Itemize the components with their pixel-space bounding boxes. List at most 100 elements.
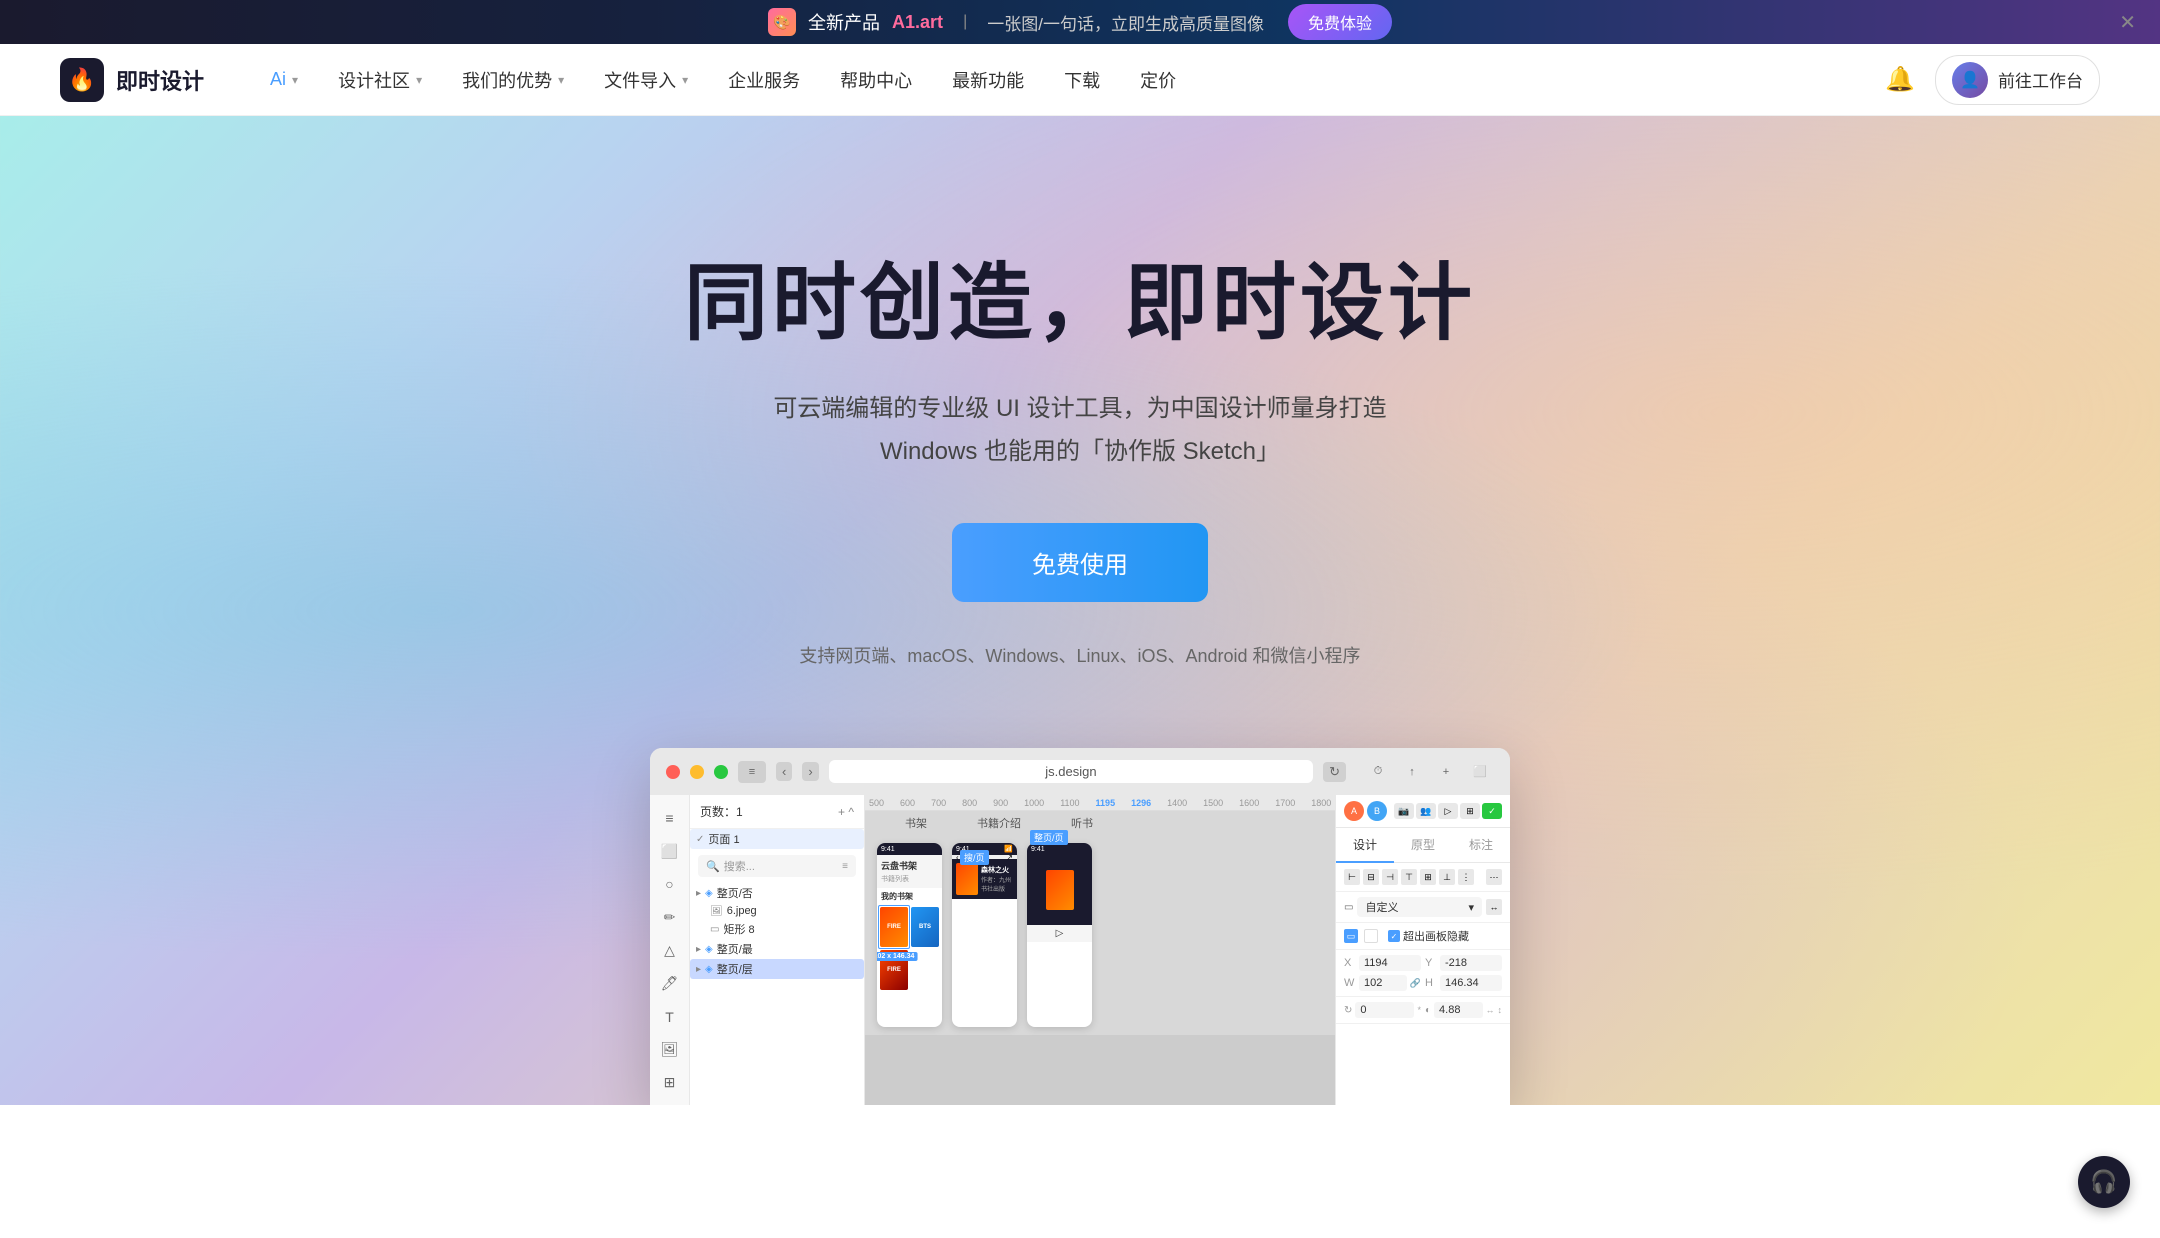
phone-nav-1: 云盘书架 书籍列表 xyxy=(877,855,942,888)
filter-icon[interactable]: ≡ xyxy=(842,861,848,872)
preset-dropdown[interactable]: 自定义 ▾ xyxy=(1357,897,1482,917)
nav-item-import[interactable]: 文件导入 ▾ xyxy=(586,59,706,101)
collaborator-avatar-2: B xyxy=(1367,801,1387,821)
rect-layer-icon: ▭ xyxy=(710,924,719,935)
browser-tool-1[interactable]: ⏱ xyxy=(1364,761,1392,783)
back-icon[interactable]: ‹ xyxy=(776,762,792,781)
nav-item-features[interactable]: 最新功能 xyxy=(934,59,1042,101)
play-icon[interactable]: ▷ xyxy=(1438,803,1458,819)
close-banner-button[interactable]: ✕ xyxy=(2119,10,2136,35)
section-label-audio: 听书 xyxy=(1071,815,1093,831)
pages-add-icon[interactable]: + ^ xyxy=(838,805,854,819)
nav-item-download[interactable]: 下载 xyxy=(1046,59,1118,101)
banner-cta-button[interactable]: 免费体验 xyxy=(1288,4,1392,40)
forward-icon[interactable]: › xyxy=(802,762,818,781)
tab-prototype[interactable]: 原型 xyxy=(1394,828,1452,862)
design-panel-toolbar: A B 📷 👥 ▷ ⊞ ✓ xyxy=(1336,795,1510,828)
collaborator-avatar-1: A xyxy=(1344,801,1364,821)
sidebar-toggle-icon[interactable]: ≡ xyxy=(738,761,766,783)
nav-help-label: 帮助中心 xyxy=(840,67,912,93)
align-bottom-icon[interactable]: ⊥ xyxy=(1439,869,1455,885)
h-input[interactable]: 146.34 xyxy=(1440,975,1502,991)
opacity-icon: ◐ xyxy=(1425,1005,1431,1016)
x-input[interactable]: 1194 xyxy=(1359,955,1421,971)
user-workspace-button[interactable]: 👤 前往工作台 xyxy=(1935,55,2100,105)
nav-item-community[interactable]: 设计社区 ▾ xyxy=(320,59,440,101)
banner-icon: 🎨 xyxy=(768,8,796,36)
layer-group2-icon: ◈ xyxy=(705,944,713,955)
clip-checkbox[interactable]: ✓ 超出画板隐藏 xyxy=(1388,928,1469,944)
app-sidebar-text-icon[interactable]: T xyxy=(656,1004,684,1029)
align-center-v-icon[interactable]: ⊞ xyxy=(1420,869,1436,885)
checkbox-rounded-icon[interactable] xyxy=(1364,929,1378,943)
checkbox-checked-icon: ✓ xyxy=(1388,930,1400,942)
link-proportions-icon[interactable]: 🔗 xyxy=(1410,978,1421,989)
browser-url[interactable]: js.design xyxy=(829,760,1313,783)
browser-maximize-dot[interactable] xyxy=(714,765,728,779)
preset-chevron: ▾ xyxy=(1468,901,1474,914)
preset-label: 自定义 xyxy=(1365,899,1398,915)
browser-tool-2[interactable]: ↑ xyxy=(1398,761,1426,783)
page-1-item[interactable]: ✓ 页面 1 xyxy=(690,829,864,849)
align-center-h-icon[interactable]: ⊟ xyxy=(1363,869,1379,885)
align-top-icon[interactable]: ⊤ xyxy=(1401,869,1417,885)
audio-play-icon[interactable]: ▷ xyxy=(1056,928,1064,939)
nav-item-advantages[interactable]: 我们的优势 ▾ xyxy=(444,59,582,101)
logo-link[interactable]: 🔥 即时设计 xyxy=(60,58,204,102)
more-options-icon[interactable]: ⋯ xyxy=(1486,869,1502,885)
w-input[interactable]: 102 xyxy=(1359,975,1407,991)
layer-group3-icon: ◈ xyxy=(705,964,713,975)
app-sidebar-frame-icon[interactable]: ⬜ xyxy=(656,838,684,863)
resize-icon[interactable]: ↔ xyxy=(1486,899,1502,915)
nav-enterprise-label: 企业服务 xyxy=(728,67,800,93)
flip-v-icon[interactable]: ↕ xyxy=(1498,1005,1503,1015)
nav-item-enterprise[interactable]: 企业服务 xyxy=(710,59,818,101)
browser-tool-4[interactable]: ⬜ xyxy=(1466,761,1494,783)
layer-item-group2[interactable]: ▸ ◈ 整页/最 xyxy=(690,939,864,959)
layer-item-group1[interactable]: ▸ ◈ 整页/否 xyxy=(690,883,864,903)
layer-item-image[interactable]: 🖼 6.jpeg xyxy=(690,903,864,919)
refresh-icon[interactable]: ↻ xyxy=(1323,762,1346,782)
y-input[interactable]: -218 xyxy=(1440,955,1502,971)
hero-title: 同时创造，即时设计 xyxy=(684,236,1476,357)
users-icon[interactable]: 👥 xyxy=(1416,803,1436,819)
phone-frame-3: 9:41 ▷ xyxy=(1027,843,1092,1027)
grid-icon[interactable]: ⊞ xyxy=(1460,803,1480,819)
layer-search-box[interactable]: 🔍 搜索... ≡ xyxy=(698,855,856,877)
app-sidebar-image-icon[interactable]: 🖼 xyxy=(656,1037,684,1062)
phone-frame-2: 9:41 📶 ‹ ↗ 森林之火 作者：九州书社出版 xyxy=(952,843,1017,1027)
align-right-icon[interactable]: ⊣ xyxy=(1382,869,1398,885)
browser-close-dot[interactable] xyxy=(666,765,680,779)
rotation-input[interactable]: 0 xyxy=(1355,1002,1414,1018)
rotation-field: ↻ 0 * xyxy=(1344,1002,1421,1018)
app-sidebar-pen-icon[interactable]: ✏ xyxy=(656,905,684,930)
layer-item-group3[interactable]: ▸ ◈ 整页/层 xyxy=(690,959,864,979)
app-sidebar-brush-icon[interactable]: 🖊 xyxy=(656,971,684,996)
tab-design[interactable]: 设计 xyxy=(1336,828,1394,863)
nav-item-help[interactable]: 帮助中心 xyxy=(822,59,930,101)
screenshot-icon[interactable]: 📷 xyxy=(1394,803,1414,819)
canvas-section-labels: 书架 书籍介绍 听书 xyxy=(865,811,1335,835)
nav-item-ai[interactable]: Ai ▾ xyxy=(252,61,316,98)
app-sidebar-menu-icon[interactable]: ≡ xyxy=(656,805,684,830)
opacity-input[interactable]: 4.88 xyxy=(1434,1002,1482,1018)
tab-annotation[interactable]: 标注 xyxy=(1452,828,1510,862)
checkbox-frame-icon[interactable]: ▭ xyxy=(1344,929,1358,943)
browser-minimize-dot[interactable] xyxy=(690,765,704,779)
align-left-icon[interactable]: ⊢ xyxy=(1344,869,1360,885)
layer-image-label: 6.jpeg xyxy=(727,905,757,917)
check-icon[interactable]: ✓ xyxy=(1482,803,1502,819)
logo-icon: 🔥 xyxy=(60,58,104,102)
app-sidebar-triangle-icon[interactable]: △ xyxy=(656,938,684,963)
distribute-icon[interactable]: ⋮ xyxy=(1458,869,1474,885)
support-chat-button[interactable]: 🎧 xyxy=(2078,1156,2130,1208)
notification-bell-icon[interactable]: 🔔 xyxy=(1885,65,1915,94)
browser-tool-3[interactable]: + xyxy=(1432,761,1460,783)
app-sidebar-circle-icon[interactable]: ○ xyxy=(656,872,684,897)
nav-item-pricing[interactable]: 定价 xyxy=(1122,59,1194,101)
layer-item-rect[interactable]: ▭ 矩形 8 xyxy=(690,919,864,939)
flip-h-icon[interactable]: ↔ xyxy=(1486,1005,1495,1015)
hero-cta-button[interactable]: 免费使用 xyxy=(952,523,1208,602)
app-sidebar-component-icon[interactable]: ⊞ xyxy=(656,1070,684,1095)
preset-row: ▭ 自定义 ▾ ↔ xyxy=(1336,892,1510,923)
